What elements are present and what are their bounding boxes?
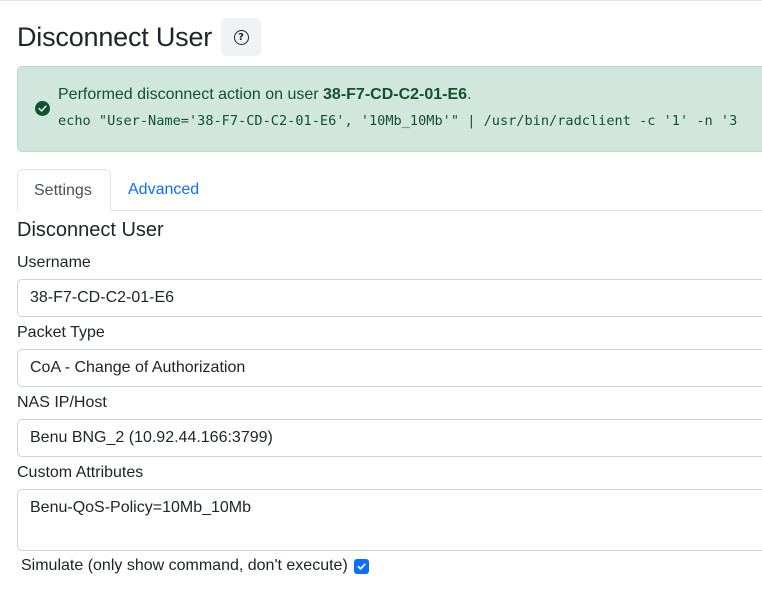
simulate-label[interactable]: Simulate (only show command, don't execu… [21, 557, 348, 575]
packet-type-select[interactable]: CoA - Change of Authorization [17, 349, 762, 387]
simulate-option: Simulate (only show command, don't execu… [21, 557, 369, 575]
simulate-checkbox[interactable] [353, 558, 369, 574]
disconnect-user-page: Disconnect User ? Performed disconnect a… [0, 0, 762, 595]
title-row: Disconnect User ? [17, 17, 262, 57]
alert-message-suffix: . [467, 86, 472, 103]
username-input[interactable]: 38-F7-CD-C2-01-E6 [17, 279, 762, 317]
nas-host-select[interactable]: Benu BNG_2 (10.92.44.166:3799) [17, 419, 762, 457]
success-alert: Performed disconnect action on user 38-F… [17, 66, 762, 152]
username-label: Username [17, 254, 91, 271]
tab-bar: Settings Advanced [17, 169, 762, 211]
tab-settings[interactable]: Settings [17, 169, 111, 211]
alert-command: echo "User-Name='38-F7-CD-C2-01-E6', '10… [58, 113, 738, 129]
tab-advanced[interactable]: Advanced [112, 169, 215, 211]
page-title: Disconnect User [17, 21, 213, 52]
help-button[interactable]: ? [221, 18, 262, 56]
check-circle-icon [35, 101, 50, 116]
checkmark-icon [357, 562, 366, 570]
alert-message: Performed disconnect action on user 38-F… [58, 86, 472, 104]
custom-attributes-label: Custom Attributes [17, 464, 144, 481]
nas-host-label: NAS IP/Host [17, 394, 107, 411]
alert-message-user: 38-F7-CD-C2-01-E6 [323, 86, 468, 103]
alert-message-prefix: Performed disconnect action on user [58, 86, 324, 103]
packet-type-label: Packet Type [17, 324, 105, 341]
question-circle-icon: ? [233, 29, 249, 45]
section-title: Disconnect User [17, 219, 164, 241]
custom-attributes-textarea[interactable]: Benu-QoS-Policy=10Mb_10Mb [17, 489, 762, 551]
